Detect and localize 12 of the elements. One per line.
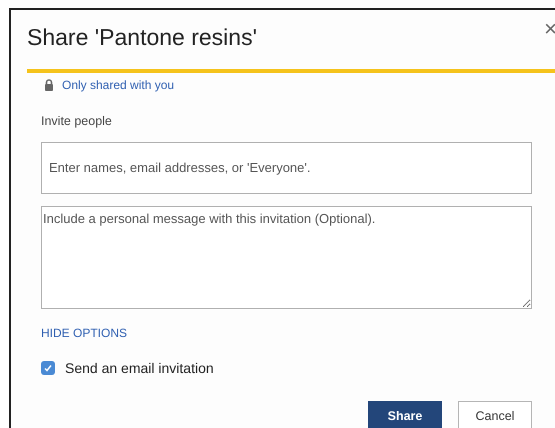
- message-text-field[interactable]: Include a personal message with this invitation (Optional).: [41, 206, 532, 309]
- sharing-status-link[interactable]: Only shared with you: [62, 76, 174, 94]
- check-icon: [43, 363, 53, 374]
- email-checkbox[interactable]: [41, 361, 55, 376]
- cancel-button[interactable]: Cancel: [458, 400, 532, 428]
- email-invitation-label: Send an email invitation: [65, 358, 214, 378]
- share-button[interactable]: Share: [368, 400, 442, 428]
- invite-label: Invite people: [41, 113, 113, 130]
- dialog-title: Share 'Pantone resins': [27, 23, 257, 52]
- hide-options-link[interactable]: HIDE OPTIONS: [41, 324, 128, 342]
- people-input-field[interactable]: Enter names, email addresses, or 'Everyone'.: [41, 142, 532, 194]
- lock-icon: [44, 79, 54, 91]
